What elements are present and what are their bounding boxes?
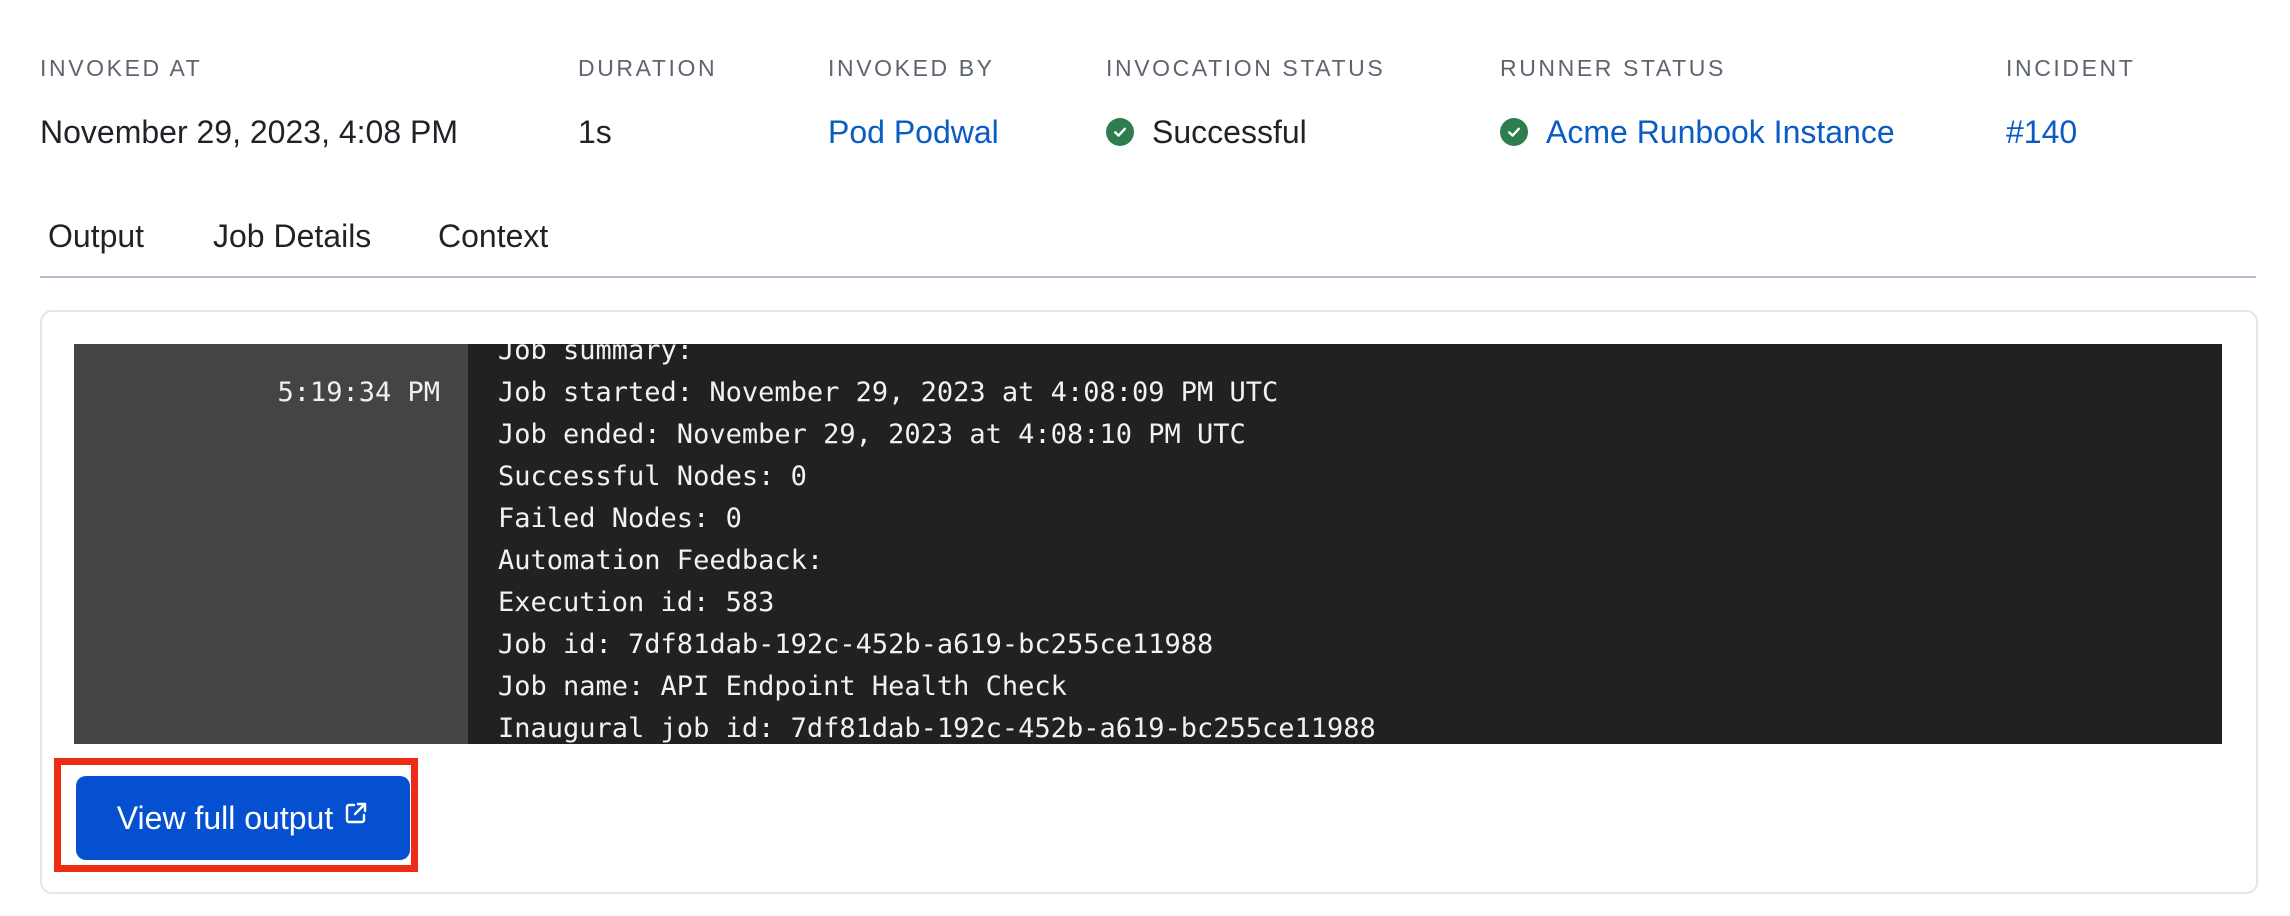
duration-field: DURATION 1s — [578, 54, 717, 152]
output-panel: 5:19:34 PM Job summary: Job started: Nov… — [40, 310, 2258, 894]
invocation-status-field: INVOCATION STATUS Successful — [1106, 54, 1385, 152]
runner-status-field: RUNNER STATUS Acme Runbook Instance — [1500, 54, 1895, 152]
log-line: Job started: November 29, 2023 at 4:08:0… — [498, 377, 1279, 408]
external-link-icon — [343, 800, 369, 826]
invoked-at-field: INVOKED AT November 29, 2023, 4:08 PM — [40, 54, 458, 152]
log-gutter: 5:19:34 PM — [74, 344, 468, 744]
duration-value: 1s — [578, 114, 612, 150]
log-line: Job id: 7df81dab-192c-452b-a619-bc255ce1… — [498, 629, 1214, 660]
log-line: Inaugural job id: 7df81dab-192c-452b-a61… — [498, 713, 1376, 744]
tab-job-details[interactable]: Job Details — [213, 216, 371, 256]
log-line: Successful Nodes: 0 — [498, 461, 807, 492]
runner-status-value: Acme Runbook Instance — [1500, 112, 1895, 152]
invoked-by-link[interactable]: Pod Podwal — [828, 112, 999, 152]
log-line: Automation Feedback: — [498, 545, 824, 576]
log-line: Job ended: November 29, 2023 at 4:08:10 … — [498, 419, 1246, 450]
log-timestamp: 5:19:34 PM — [277, 377, 440, 408]
check-circle-icon — [1500, 118, 1528, 146]
invocation-status-text: Successful — [1152, 114, 1307, 150]
tab-context[interactable]: Context — [438, 216, 548, 256]
invoked-at-value: November 29, 2023, 4:08 PM — [40, 114, 459, 150]
log-line: Execution id: 583 — [498, 587, 775, 618]
duration-label: DURATION — [578, 55, 718, 81]
runner-status-label: RUNNER STATUS — [1500, 55, 1726, 81]
runner-status-link[interactable]: Acme Runbook Instance — [1546, 112, 1895, 152]
invocation-status-label: INVOCATION STATUS — [1106, 55, 1386, 81]
invoked-by-label: INVOKED BY — [828, 55, 995, 81]
log-lines: Job summary: Job started: November 29, 2… — [498, 344, 2202, 744]
invocation-status-value: Successful — [1106, 112, 1385, 152]
log-line: Job summary: — [498, 344, 694, 366]
view-full-output-button[interactable]: View full output — [76, 776, 410, 860]
tab-bar: Output Job Details Context — [40, 210, 2256, 278]
invoked-at-label: INVOKED AT — [40, 55, 203, 81]
invocation-summary: INVOKED AT November 29, 2023, 4:08 PM DU… — [40, 54, 2250, 154]
incident-link[interactable]: #140 — [2006, 112, 2135, 152]
check-circle-icon — [1106, 118, 1134, 146]
log-line: Failed Nodes: 0 — [498, 503, 742, 534]
tab-output[interactable]: Output — [48, 216, 144, 256]
incident-label: INCIDENT — [2006, 55, 2136, 81]
incident-field: INCIDENT #140 — [2006, 54, 2135, 152]
invoked-by-field: INVOKED BY Pod Podwal — [828, 54, 999, 152]
view-full-output-label: View full output — [116, 799, 334, 836]
log-line: Job name: API Endpoint Health Check — [498, 671, 1067, 702]
output-log[interactable]: 5:19:34 PM Job summary: Job started: Nov… — [74, 344, 2222, 744]
